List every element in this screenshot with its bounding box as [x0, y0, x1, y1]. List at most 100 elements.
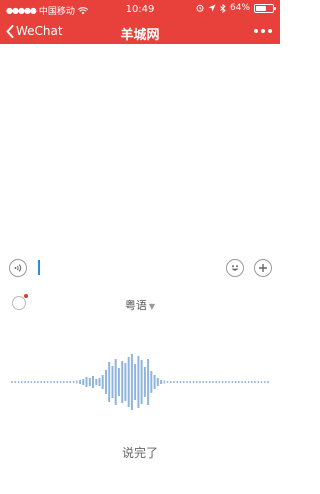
- waveform-bar: [117, 368, 120, 396]
- waveform-bar: [111, 366, 114, 398]
- waveform-bar: [179, 381, 182, 383]
- waveform-bar: [260, 381, 263, 383]
- more-dot-icon: [254, 29, 258, 33]
- waveform-bar: [127, 357, 130, 407]
- caret-down-icon: ▼: [148, 302, 156, 311]
- waveform-bar: [147, 359, 150, 405]
- waveform-bar: [156, 378, 159, 386]
- more-dot-icon: [261, 29, 265, 33]
- nav-bar: WeChat 羊城网: [0, 20, 280, 44]
- status-bar: ●●●●● 中国移动 10:49 64%: [0, 0, 280, 20]
- waveform-bar: [267, 381, 269, 383]
- waveform-bar: [21, 381, 23, 383]
- waveform-bar: [183, 381, 185, 383]
- waveform-bar: [92, 376, 94, 388]
- waveform-bar: [95, 379, 98, 385]
- waveform-bar: [202, 381, 204, 383]
- waveform-bar: [46, 381, 49, 383]
- input-bar: [0, 254, 280, 282]
- waveform-bar: [76, 380, 78, 384]
- chat-content[interactable]: [0, 44, 280, 254]
- battery-fill: [256, 5, 266, 11]
- waveform-bar: [215, 381, 217, 383]
- voice-input-panel: 粤语 ▼ 说完了: [0, 282, 280, 494]
- emoji-button[interactable]: [226, 259, 244, 277]
- waveform-bar: [130, 354, 133, 410]
- waveform-bar: [241, 381, 243, 383]
- waveform-bar: [114, 359, 117, 405]
- done-speaking-button[interactable]: 说完了: [0, 444, 280, 461]
- waveform-bar: [40, 381, 42, 383]
- waveform-bar: [88, 378, 91, 386]
- waveform-bar: [85, 377, 88, 387]
- voice-waveform: [11, 354, 269, 410]
- waveform-bar: [105, 370, 107, 394]
- waveform-bar: [228, 381, 230, 383]
- waveform-bar: [170, 381, 172, 383]
- voice-icon: [14, 264, 22, 272]
- language-label: 粤语: [124, 299, 147, 312]
- add-button[interactable]: [254, 259, 272, 277]
- waveform-bar: [192, 381, 195, 383]
- waveform-bar: [53, 381, 55, 383]
- waveform-bar: [196, 381, 198, 383]
- waveform-bar: [43, 381, 46, 383]
- waveform-bar: [140, 360, 143, 404]
- status-right: 64%: [196, 3, 276, 13]
- text-input-cursor[interactable]: [38, 260, 40, 275]
- waveform-bar: [212, 381, 214, 383]
- language-selector[interactable]: 粤语 ▼: [0, 297, 280, 313]
- waveform-bar: [254, 381, 256, 383]
- waveform-bar: [82, 379, 85, 385]
- waveform-bar: [264, 381, 266, 383]
- waveform-bar: [108, 362, 111, 402]
- waveform-bar: [63, 381, 65, 383]
- waveform-bar: [134, 364, 137, 400]
- waveform-bar: [231, 381, 234, 383]
- waveform-bar: [205, 381, 208, 383]
- more-dot-icon: [268, 29, 272, 33]
- waveform-bar: [163, 380, 165, 384]
- battery-icon: [254, 3, 276, 13]
- waveform-bar: [143, 367, 146, 397]
- waveform-bar: [221, 381, 224, 383]
- waveform-bar: [234, 381, 237, 383]
- waveform-bar: [17, 381, 20, 383]
- waveform-bar: [14, 381, 16, 383]
- waveform-bar: [50, 381, 52, 383]
- bluetooth-icon: [220, 3, 226, 13]
- waveform-bar: [66, 381, 68, 383]
- waveform-bar: [27, 381, 29, 383]
- waveform-bar: [79, 380, 82, 384]
- waveform-bar: [218, 381, 221, 383]
- waveform-bar: [98, 378, 101, 386]
- waveform-bar: [150, 371, 153, 393]
- waveform-bar: [124, 363, 127, 401]
- waveform-bar: [176, 381, 178, 383]
- waveform-bar: [166, 381, 169, 383]
- waveform-bar: [257, 381, 259, 383]
- battery-percent: 64%: [229, 3, 250, 13]
- waveform-bar: [11, 381, 13, 383]
- waveform-bar: [24, 381, 26, 383]
- waveform-bar: [30, 381, 33, 383]
- waveform-bar: [153, 375, 156, 389]
- waveform-bar: [34, 381, 36, 383]
- voice-toggle-button[interactable]: [9, 259, 27, 277]
- waveform-bar: [247, 381, 250, 383]
- waveform-bar: [59, 381, 62, 383]
- waveform-bar: [121, 361, 124, 403]
- alarm-icon: [196, 4, 204, 12]
- waveform-bar: [238, 381, 240, 383]
- more-button[interactable]: [254, 29, 272, 33]
- waveform-bar: [225, 381, 227, 383]
- waveform-bar: [199, 381, 201, 383]
- smiley-icon: [231, 265, 239, 271]
- waveform-bar: [72, 381, 75, 383]
- waveform-bar: [189, 381, 191, 383]
- waveform-bar: [251, 381, 253, 383]
- waveform-bar: [160, 380, 163, 384]
- waveform-bar: [37, 381, 39, 383]
- waveform-bar: [56, 381, 59, 383]
- waveform-bar: [69, 381, 71, 383]
